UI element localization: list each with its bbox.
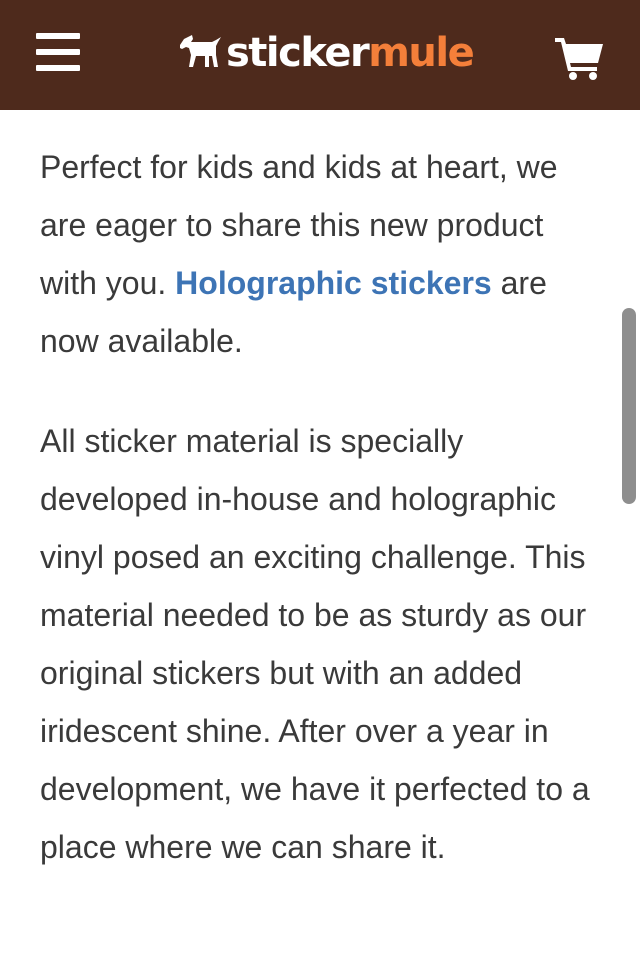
stickermule-logo[interactable]: stickermule [178,28,475,78]
brand-wordmark: stickermule [226,28,475,78]
paragraph-material: All sticker material is specially develo… [40,423,590,865]
brand-name-mule: mule [368,30,475,76]
top-navigation-bar: stickermule [0,0,640,110]
vertical-scrollbar[interactable] [622,308,636,504]
mule-icon [180,35,221,67]
brand-name-sticker: sticker [226,30,370,76]
article-body: Perfect for kids and kids at heart, we a… [40,138,605,918]
paragraph-intro: Perfect for kids and kids at heart, we a… [40,138,605,370]
holographic-stickers-link[interactable]: Holographic stickers [175,265,492,301]
hamburger-menu-icon[interactable] [36,33,82,73]
shopping-cart-icon[interactable] [555,36,605,80]
